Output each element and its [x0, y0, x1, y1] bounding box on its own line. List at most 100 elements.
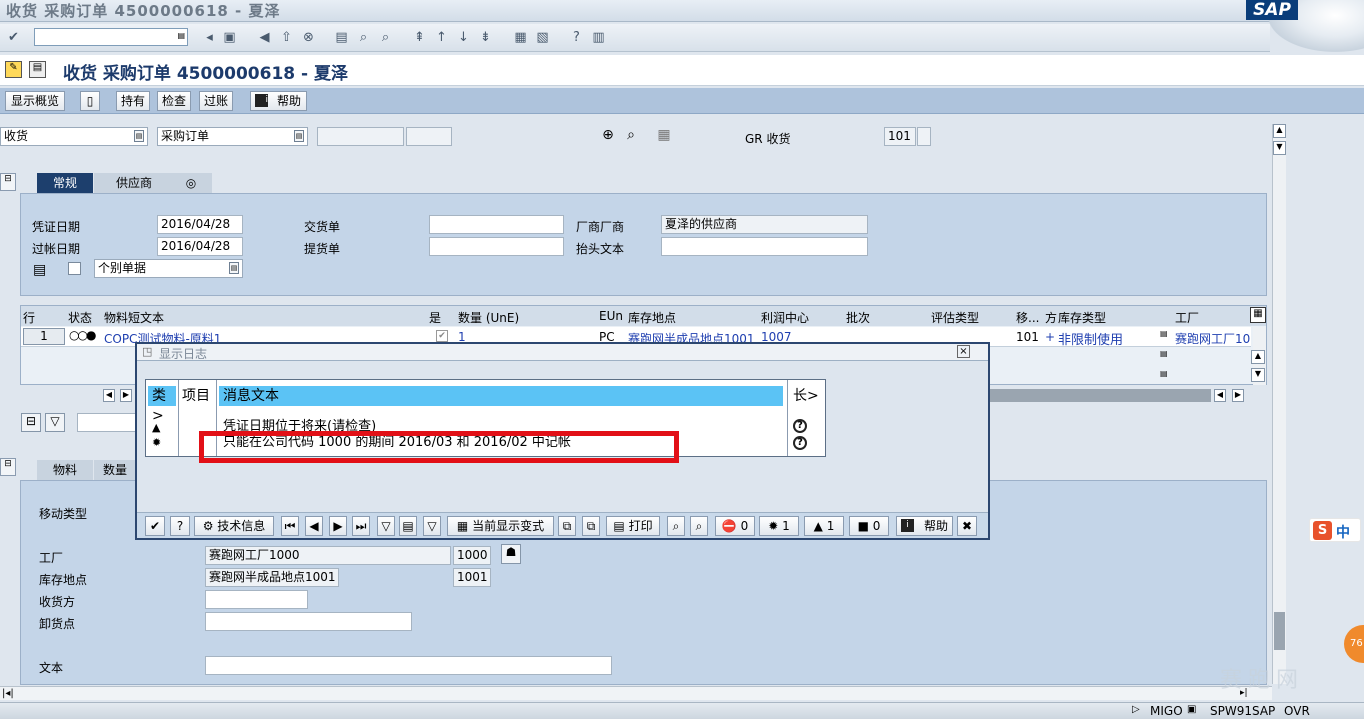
scroll-right-icon[interactable]: ▶	[120, 389, 132, 402]
tab-quantity[interactable]: 数量	[94, 460, 136, 480]
col-mvt[interactable]: 移...	[1016, 309, 1039, 326]
back-icon[interactable]: ◀	[256, 29, 273, 46]
error-count-button[interactable]: ✹ 1	[759, 516, 799, 536]
first-page-icon[interactable]: ⇞	[411, 29, 428, 46]
check-button[interactable]: 检查	[157, 91, 191, 111]
help-icon[interactable]: ?	[793, 419, 807, 433]
layout-icon[interactable]: ▥	[590, 29, 607, 46]
shortcut-icon[interactable]: ▧	[534, 29, 551, 46]
table-icon[interactable]: ▦	[654, 127, 674, 146]
col-stock-type[interactable]: 库存类型	[1058, 309, 1106, 326]
print-icon[interactable]: ▤	[399, 516, 417, 536]
menu-icon[interactable]: ▤	[29, 61, 46, 78]
scroll-left-icon[interactable]: ◀	[1214, 389, 1226, 402]
dropdown-icon[interactable]: ▤	[177, 31, 185, 40]
row-stock-type[interactable]: 非限制使用	[1058, 329, 1123, 348]
col-qty[interactable]: 数量 (UnE)	[458, 309, 519, 326]
collapse-detail-icon[interactable]: ⊟	[0, 458, 16, 476]
copy-icon[interactable]: ⧉	[558, 516, 576, 536]
floating-badge[interactable]: 76	[1344, 625, 1364, 663]
transaction-icon[interactable]: ✎	[5, 61, 22, 78]
command-field[interactable]: ▤	[34, 28, 188, 46]
dropdown-icon[interactable]: ▤	[1160, 329, 1168, 338]
filter-icon[interactable]: ▽	[45, 413, 65, 432]
print-button[interactable]: ▤ 打印	[606, 516, 660, 536]
post-date-field[interactable]: 2016/04/28	[157, 237, 243, 256]
delete-row-icon[interactable]: ⊟	[21, 413, 41, 432]
dropdown-icon[interactable]: ▤	[1160, 369, 1168, 378]
new-session-icon[interactable]: ▦	[512, 29, 529, 46]
print-icon[interactable]: ▤	[333, 29, 350, 46]
hold-button[interactable]: 持有	[116, 91, 150, 111]
dialog-help-button[interactable]: i 帮助	[896, 516, 953, 536]
col-profit-center[interactable]: 利润中心	[761, 309, 809, 326]
find-icon[interactable]: ⌕	[667, 516, 685, 536]
exit-icon[interactable]: ⇧	[278, 29, 295, 46]
text-field[interactable]	[205, 656, 612, 675]
col-ok[interactable]: 是	[429, 309, 441, 326]
action-select[interactable]: 收货 ▤	[0, 127, 148, 146]
scroll-up-icon[interactable]: ▲	[1251, 350, 1265, 364]
stop-count-button[interactable]: ⛔ 0	[715, 516, 755, 536]
tech-info-button[interactable]: ⚙ 技术信息	[194, 516, 274, 536]
tab-more-icon[interactable]: ◎	[170, 173, 212, 193]
close-icon[interactable]: ×	[957, 345, 970, 358]
print-checkbox[interactable]	[68, 262, 81, 275]
col-long-text[interactable]: 长>	[789, 386, 823, 406]
next-page-icon[interactable]: ↓	[455, 29, 472, 46]
dropdown-icon[interactable]: ▤	[1160, 349, 1168, 358]
last-icon[interactable]: ⏭	[352, 516, 370, 536]
last-page-icon[interactable]: ⇟	[477, 29, 494, 46]
header-text-field[interactable]	[661, 237, 868, 256]
col-plant[interactable]: 工厂	[1175, 309, 1199, 326]
help-icon[interactable]: ?	[170, 516, 190, 536]
status-dropdown-icon[interactable]: ▣	[1187, 704, 1196, 715]
reference-select[interactable]: 采购订单 ▤	[157, 127, 308, 146]
print-icon[interactable]: ▤	[33, 262, 46, 278]
tab-general[interactable]: 常规	[37, 173, 93, 193]
collapse-header-icon[interactable]: ⊟	[0, 173, 16, 191]
item-field[interactable]	[77, 413, 137, 432]
recipient-field[interactable]	[205, 590, 308, 609]
help-icon[interactable]: ?	[568, 29, 585, 46]
unload-field[interactable]	[205, 612, 412, 631]
scroll-down-icon[interactable]: ▼	[1251, 368, 1265, 382]
new-doc-icon[interactable]: ▯	[80, 91, 100, 111]
address-icon[interactable]: ☗	[501, 544, 521, 564]
warning-count-button[interactable]: ▲ 1	[804, 516, 844, 536]
print-option-select[interactable]: 个别单据 ▤	[94, 259, 243, 278]
save-icon[interactable]: ▣	[221, 29, 238, 46]
tab-material[interactable]: 物料	[37, 460, 93, 480]
col-message[interactable]: 消息文本	[219, 386, 783, 406]
next-icon[interactable]: ▶	[329, 516, 347, 536]
close-icon[interactable]: ✖	[957, 516, 977, 536]
post-button[interactable]: 过账	[199, 91, 233, 111]
filter-icon[interactable]: ▽	[423, 516, 441, 536]
scroll-right-icon[interactable]: ▶	[1232, 389, 1244, 402]
dropdown-icon[interactable]: ▤	[294, 130, 304, 142]
col-item[interactable]: 项目	[182, 386, 210, 406]
chevron-right-icon[interactable]: ▷	[1132, 704, 1140, 715]
row-ok-checkbox[interactable]: ✔	[436, 330, 448, 342]
info-count-button[interactable]: ■ 0	[849, 516, 889, 536]
copy-icon[interactable]: ⧉	[582, 516, 600, 536]
col-status[interactable]: 状态	[68, 309, 92, 326]
table-settings-icon[interactable]: ▦	[1250, 307, 1266, 323]
execute-icon[interactable]: ⊕	[598, 127, 618, 146]
reference-doc-field[interactable]	[317, 127, 404, 146]
prev-page-icon[interactable]: ↑	[433, 29, 450, 46]
cancel-icon[interactable]: ⊗	[300, 29, 317, 46]
filter-icon[interactable]: ▽	[377, 516, 395, 536]
scroll-up-icon[interactable]: ▲	[1273, 124, 1286, 138]
scroll-left-icon[interactable]: |◂|	[2, 688, 14, 699]
doc-date-field[interactable]: 2016/04/28	[157, 215, 243, 234]
dropdown-icon[interactable]: ▤	[134, 130, 144, 142]
help-icon[interactable]: ?	[793, 436, 807, 450]
first-icon[interactable]: ⏮	[281, 516, 299, 536]
prev-icon[interactable]: ◀	[305, 516, 323, 536]
col-sloc[interactable]: 库存地点	[628, 309, 676, 326]
reference-item-field[interactable]	[406, 127, 452, 146]
find-icon[interactable]: ⌕	[355, 29, 372, 46]
current-variant-button[interactable]: ▦ 当前显示变式	[447, 516, 554, 536]
main-hscroll[interactable]: |◂| ▸|	[0, 686, 1272, 700]
